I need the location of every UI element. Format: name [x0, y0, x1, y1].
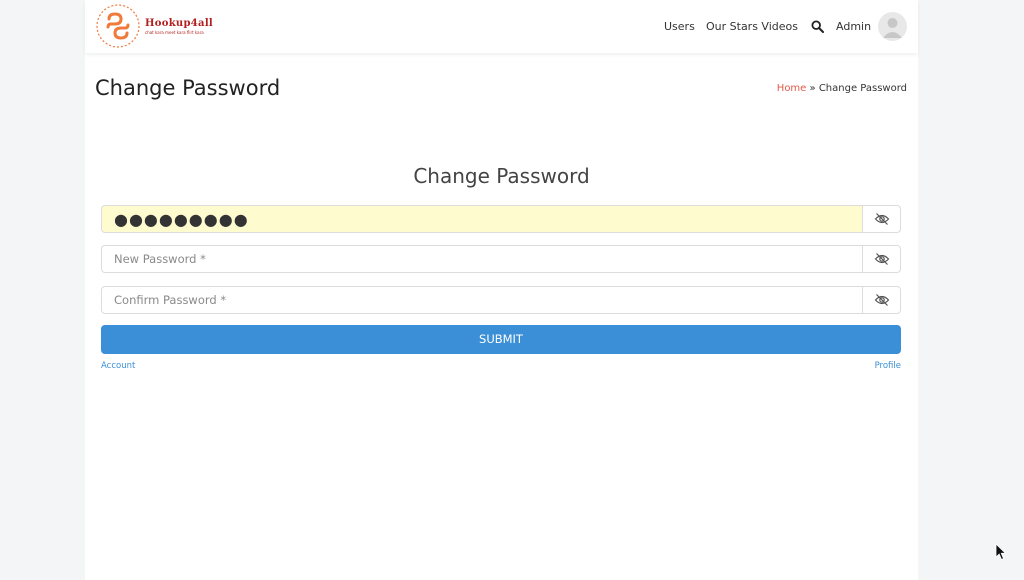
logo-mark-icon — [96, 4, 140, 48]
breadcrumb-separator: » — [806, 83, 819, 94]
search-icon[interactable] — [811, 20, 824, 33]
form-title: Change Password — [413, 164, 590, 188]
current-password-input[interactable] — [102, 206, 862, 232]
mouse-cursor-icon — [995, 543, 1007, 561]
user-avatar-icon — [883, 18, 902, 38]
current-password-toggle[interactable] — [862, 206, 900, 232]
breadcrumb: Home » Change Password — [777, 83, 907, 94]
site-logo[interactable]: Hookup4all chat kara meet kara flirt kar… — [95, 3, 255, 51]
breadcrumb-current: Change Password — [818, 83, 907, 94]
nav-our-stars-videos-link[interactable]: Our Stars Videos — [706, 20, 798, 33]
submit-button[interactable]: SUBMIT — [101, 325, 901, 354]
nav-admin-link[interactable]: Admin — [836, 20, 871, 33]
breadcrumb-home-link[interactable]: Home — [777, 83, 807, 94]
account-link[interactable]: Account — [101, 361, 135, 371]
eye-slash-icon — [874, 213, 889, 225]
eye-slash-icon — [874, 253, 889, 265]
page-title: Change Password — [95, 76, 281, 100]
new-password-field — [101, 245, 901, 273]
confirm-password-toggle[interactable] — [862, 287, 900, 313]
new-password-toggle[interactable] — [862, 246, 900, 272]
eye-slash-icon — [874, 294, 889, 306]
page-container: Hookup4all chat kara meet kara flirt kar… — [85, 0, 918, 580]
user-avatar[interactable] — [878, 12, 907, 41]
logo-tagline: chat kara meet kara flirt kara — [145, 30, 204, 35]
logo-name: Hookup4all — [145, 18, 214, 29]
current-password-field — [101, 205, 901, 233]
confirm-password-field — [101, 286, 901, 314]
nav-users-link[interactable]: Users — [664, 20, 695, 33]
profile-link[interactable]: Profile — [875, 361, 901, 371]
confirm-password-input[interactable] — [102, 287, 862, 313]
top-header: Hookup4all chat kara meet kara flirt kar… — [85, 0, 918, 53]
new-password-input[interactable] — [102, 246, 862, 272]
